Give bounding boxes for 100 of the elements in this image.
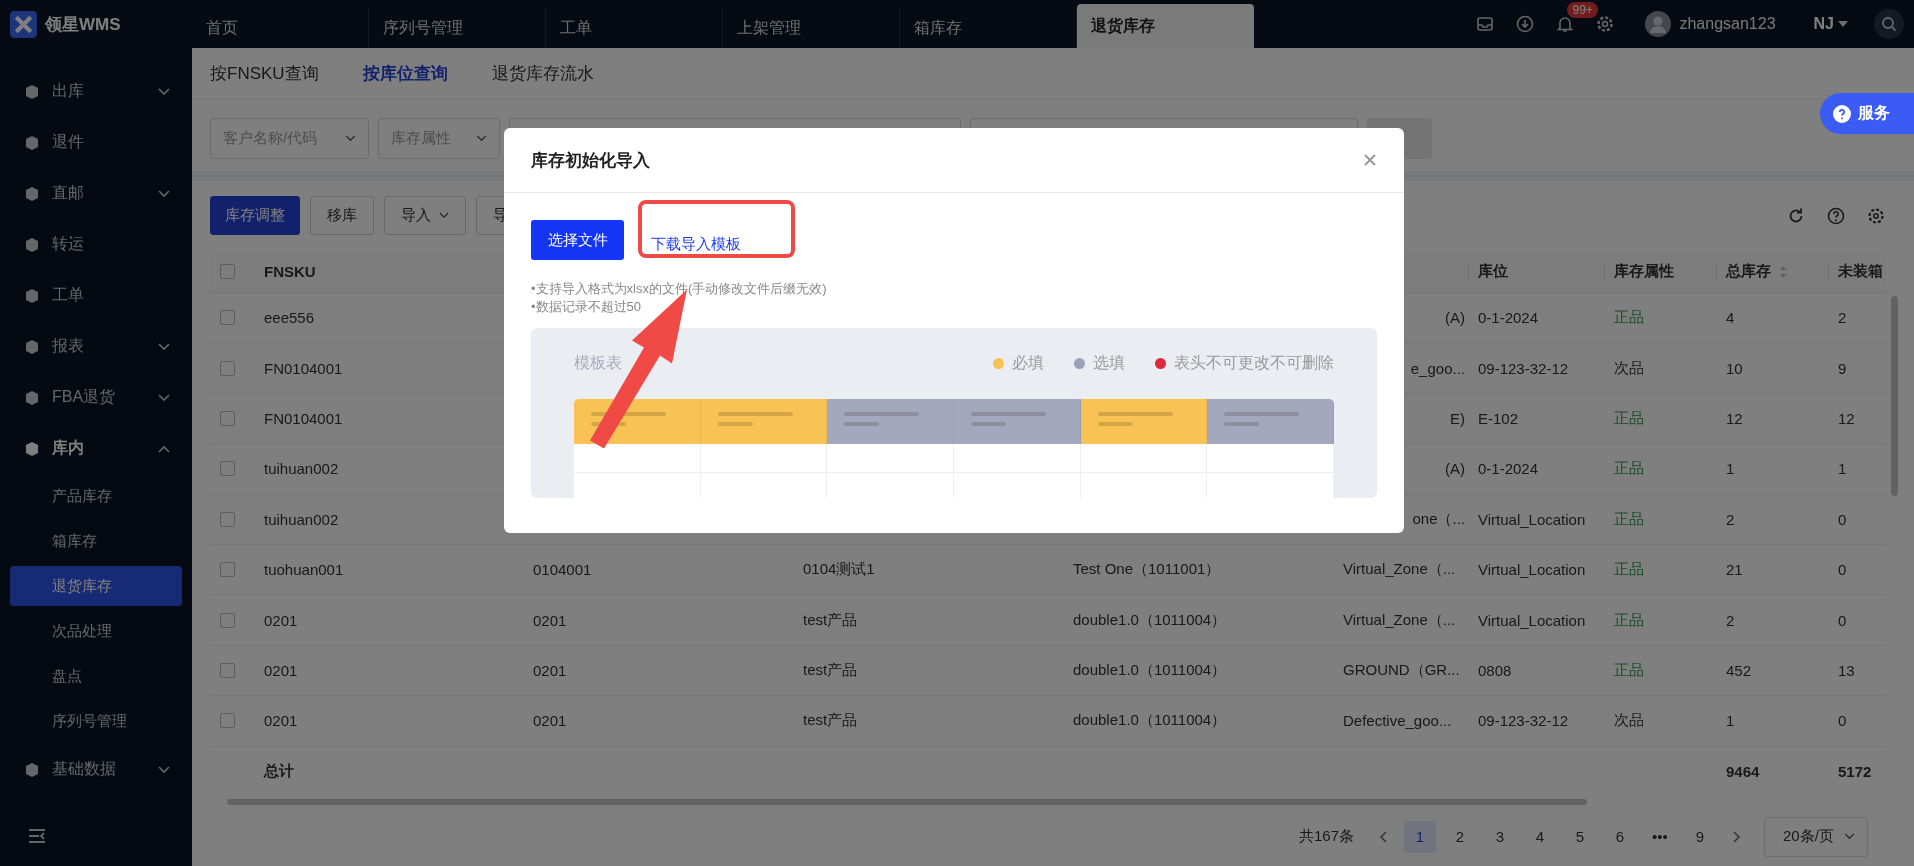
page-button[interactable]: 5 — [1564, 820, 1596, 853]
chevron-left-icon[interactable] — [1380, 830, 1388, 843]
sidebar-item[interactable]: 工单 — [0, 270, 192, 321]
service-button[interactable]: 服务 — [1820, 93, 1914, 134]
table-cell: 2 — [1726, 510, 1735, 528]
table-cell: tuihuan002 — [264, 460, 339, 478]
page-button[interactable]: 6 — [1604, 820, 1636, 853]
toolbar-button[interactable]: 移库 — [310, 196, 374, 235]
sidebar-subitem[interactable]: 退货库存 — [10, 566, 182, 606]
checkbox[interactable] — [220, 360, 235, 376]
table-cell: 21 — [1726, 561, 1743, 579]
app-name: 领星WMS — [45, 13, 121, 36]
table-cell: 正品 — [1614, 560, 1644, 580]
sidebar-subitem[interactable]: 盘点 — [10, 654, 182, 699]
inbox-icon[interactable] — [1475, 14, 1496, 34]
sidebar-item[interactable]: FBA退货 — [0, 372, 192, 423]
page-button[interactable]: ••• — [1644, 820, 1676, 853]
page-button[interactable]: 1 — [1404, 820, 1436, 853]
checkbox[interactable] — [220, 461, 235, 477]
table-cell: 2 — [1726, 611, 1735, 629]
table-cell: test产品 — [803, 711, 858, 731]
page-button[interactable]: 3 — [1484, 820, 1516, 853]
table-cell: 10 — [1726, 359, 1743, 377]
table-cell: 0201 — [264, 661, 298, 679]
user-name[interactable]: zhangsan123 — [1679, 15, 1776, 33]
select-file-button[interactable]: 选择文件 — [531, 220, 624, 260]
checkbox[interactable] — [220, 264, 235, 279]
query-tab[interactable]: 按库位查询 — [362, 62, 448, 85]
table-cell: E-102 — [1478, 409, 1519, 427]
close-icon[interactable] — [1363, 153, 1377, 167]
column-settings-icon[interactable] — [1866, 205, 1886, 226]
table-cell: FN0104001 — [264, 409, 343, 427]
page-button[interactable]: 4 — [1524, 820, 1556, 853]
table-cell: 0104测试1 — [803, 560, 875, 580]
checkbox[interactable] — [220, 612, 235, 628]
sidebar-item[interactable]: 退件 — [0, 117, 192, 168]
legend-label: 必填 — [1012, 353, 1044, 373]
total-count: 共167条 — [1298, 827, 1354, 846]
table-cell: 正品 — [1614, 660, 1644, 680]
checkbox[interactable] — [220, 662, 235, 678]
checkbox[interactable] — [220, 310, 235, 326]
search-icon[interactable] — [1874, 9, 1904, 39]
table-cell: 0201 — [264, 712, 298, 730]
box-icon — [24, 236, 40, 253]
settings-icon[interactable] — [1595, 14, 1616, 34]
sidebar-item[interactable]: 报表 — [0, 321, 192, 372]
checkbox[interactable] — [220, 562, 235, 578]
table-cell: 1 — [1726, 712, 1735, 730]
table-cell: 0808 — [1478, 661, 1512, 679]
page-size-select[interactable]: 20条/页 — [1764, 816, 1868, 857]
sidebar-item[interactable]: 出库 — [0, 66, 192, 117]
table-cell: 1 — [1838, 460, 1847, 478]
sidebar-item[interactable]: 库内 — [0, 423, 192, 474]
table-cell: 12 — [1838, 409, 1855, 427]
chevron-down-icon — [158, 765, 170, 774]
checkbox[interactable] — [220, 410, 235, 426]
checkbox[interactable] — [220, 511, 235, 527]
chevron-right-icon[interactable] — [1732, 830, 1740, 843]
notification-badge: 99+ — [1567, 2, 1598, 18]
sidebar-subitem[interactable]: 次品处理 — [10, 609, 182, 654]
table-cell: tuohuan001 — [264, 561, 344, 579]
table-cell: Virtual_Zone（... — [1343, 610, 1456, 630]
toolbar-button[interactable]: 库存调整 — [210, 196, 300, 235]
checkbox[interactable] — [220, 713, 235, 729]
table-cell: 0201 — [533, 661, 567, 679]
bell-icon[interactable] — [1555, 14, 1576, 34]
box-icon — [24, 338, 40, 355]
table-cell: Defective_goo... — [1343, 712, 1452, 730]
table-cell: 0 — [1838, 510, 1847, 528]
sidebar-subitem[interactable]: 箱库存 — [10, 519, 182, 564]
sidebar-item[interactable]: 直邮 — [0, 168, 192, 219]
page-button[interactable]: 9 — [1684, 820, 1716, 853]
download-template-link[interactable]: 下载导入模板 — [651, 234, 741, 254]
table-cell: double1.0（1011004） — [1073, 610, 1227, 630]
help-icon[interactable] — [1826, 205, 1846, 226]
query-tab[interactable]: 按FNSKU查询 — [210, 62, 319, 85]
table-cell: test产品 — [803, 660, 858, 680]
sidebar-subitem[interactable]: 序列号管理 — [10, 699, 182, 744]
table-cell: 13 — [1838, 661, 1855, 679]
scrollbar[interactable] — [227, 798, 1587, 805]
table-cell: E) — [1450, 409, 1465, 427]
scrollbar[interactable] — [1891, 296, 1898, 496]
warehouse-selector[interactable]: NJ — [1813, 15, 1848, 33]
sidebar-item[interactable]: 基础数据 — [0, 744, 192, 795]
avatar-icon[interactable] — [1645, 11, 1672, 37]
sort-icon[interactable] — [1779, 264, 1787, 279]
sidebar-item[interactable]: 转运 — [0, 219, 192, 270]
page-button[interactable]: 2 — [1444, 820, 1476, 853]
collapse-menu-icon[interactable] — [28, 828, 46, 844]
page-tab[interactable]: 退货库存 — [1077, 4, 1254, 48]
download-icon[interactable] — [1515, 14, 1536, 34]
dropdown-button[interactable]: 导入 — [384, 196, 466, 235]
table-cell: 次品 — [1614, 358, 1644, 378]
query-tab[interactable]: 退货库存流水 — [491, 62, 594, 85]
column-header[interactable]: 总库存 — [1726, 262, 1771, 281]
box-icon — [24, 287, 40, 304]
table-cell: Virtual_Location — [1478, 611, 1586, 629]
table-cell: 09-123-32-12 — [1478, 712, 1569, 730]
table-cell: GROUND（GR... — [1343, 660, 1460, 680]
sidebar-subitem[interactable]: 产品库存 — [10, 474, 182, 519]
